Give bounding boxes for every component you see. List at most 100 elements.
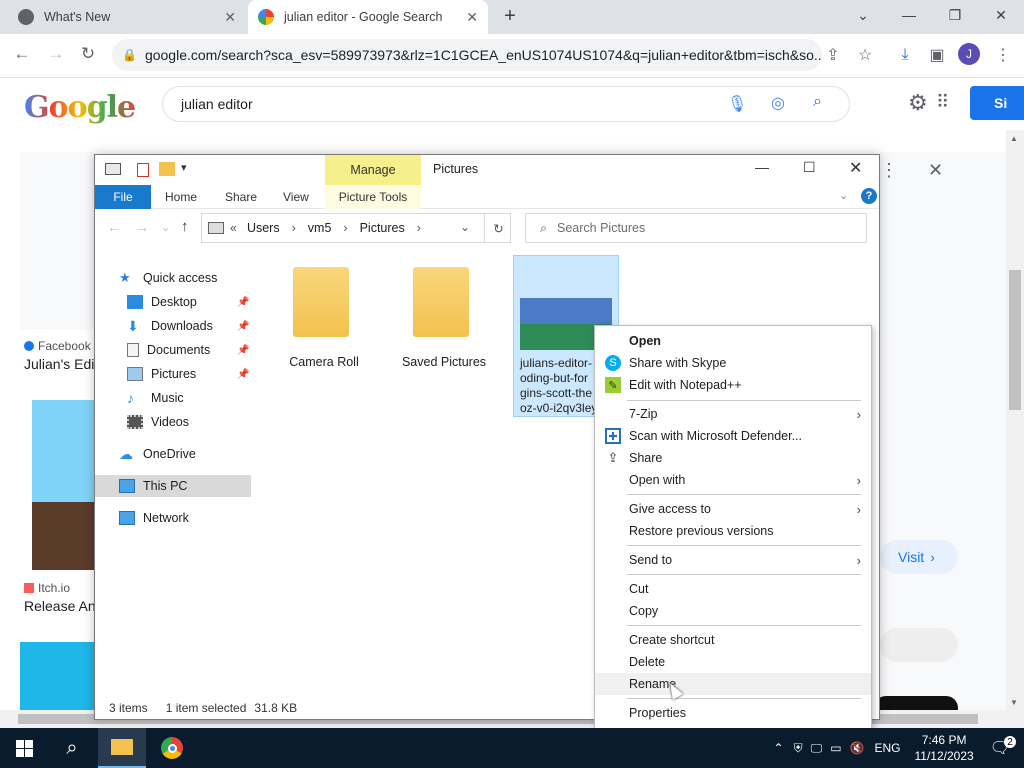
nav-videos[interactable]: Videos [127,411,265,433]
refresh-icon[interactable]: ↻ [484,214,512,242]
result-title[interactable]: Julian's Edi [24,356,94,372]
breadcrumb-pictures[interactable]: Pictures [360,221,405,235]
context-menu[interactable]: Open S Share with Skype ✎ Edit with Note… [594,325,872,729]
nav-quick-access[interactable]: ★ Quick access [119,267,257,289]
forward-button[interactable]: → [42,40,70,68]
minimize-button[interactable]: — [886,0,932,30]
menu-open[interactable]: Open [595,330,871,352]
security-alert-icon[interactable]: ⛨ [794,741,803,756]
clock[interactable]: 7:46 PM 11/12/2023 [915,732,974,764]
close-tab-icon[interactable]: ✕ [466,9,478,26]
nav-onedrive[interactable]: ☁ OneDrive [119,443,257,465]
expand-ribbon-icon[interactable]: ⌄ [839,189,848,202]
close-window-button[interactable]: ✕ [978,0,1024,30]
breadcrumb-users[interactable]: Users [247,221,280,235]
menu-scan-defender[interactable]: ✚ Scan with Microsoft Defender... [595,425,871,447]
microphone-icon[interactable]: 🎙 [727,94,747,114]
taskbar-chrome[interactable] [148,728,196,768]
new-folder-qat-icon[interactable] [159,162,175,176]
bookmark-star-icon[interactable]: ☆ [852,42,878,68]
nav-documents[interactable]: Documents 📌 [127,339,265,361]
scroll-down-icon[interactable]: ▼ [1010,698,1018,707]
start-button[interactable] [0,728,48,768]
back-arrow-icon[interactable]: ← [107,219,121,235]
search-pictures-box[interactable]: ⌕ Search Pictures [525,213,867,243]
qat-dropdown-icon[interactable]: ▾ [181,161,187,174]
address-bar[interactable]: 🔒 google.com/search?sca_esv=589973973&rl… [112,39,822,71]
menu-7zip[interactable]: 7-Zip › [595,403,871,425]
connect-icon[interactable]: ▭ [830,741,841,755]
menu-properties[interactable]: Properties [595,702,871,724]
menu-restore-previous[interactable]: Restore previous versions [595,520,871,542]
menu-rename[interactable]: Rename [595,673,871,695]
chevron-right-icon[interactable]: › [417,221,421,235]
tab-share[interactable]: Share [213,185,269,209]
notifications-icon[interactable]: 🗨 2 [990,736,1016,758]
taskbar-file-explorer[interactable] [98,728,146,768]
search-icon[interactable]: ⌕ [813,93,822,111]
pin-icon[interactable]: 📌 [237,321,249,332]
close-button[interactable]: ✕ [849,158,862,178]
result-image[interactable] [20,152,94,330]
more-options-icon[interactable]: ⋮ [880,160,898,181]
result-image[interactable] [20,642,94,720]
tab-home[interactable]: Home [153,185,209,209]
forward-arrow-icon[interactable]: → [135,219,149,235]
address-dropdown-icon[interactable]: ⌄ [460,220,470,234]
help-icon[interactable]: ? [861,188,877,204]
lens-icon[interactable]: ◎ [771,93,785,113]
new-tab-button[interactable]: + [498,4,522,28]
result-image[interactable] [32,400,94,570]
chevron-right-icon[interactable]: › [343,221,347,235]
apps-grid-icon[interactable]: ⠿ [936,92,949,113]
menu-kebab-icon[interactable]: ⋮ [990,42,1016,68]
up-arrow-icon[interactable]: ↑ [181,218,189,235]
tab-search-icon[interactable]: ⌄ [840,0,886,30]
profile-avatar[interactable]: J [958,43,980,65]
maximize-button[interactable]: ☐ [803,159,816,176]
download-icon[interactable]: ⤓ [892,42,918,68]
tab-file[interactable]: File [95,185,151,209]
tab-view[interactable]: View [271,185,321,209]
network-monitor-icon[interactable]: 🖵 [811,741,823,756]
scroll-thumb[interactable] [1009,270,1021,410]
pin-icon[interactable]: 📌 [237,345,249,356]
menu-create-shortcut[interactable]: Create shortcut [595,629,871,651]
nav-this-pc[interactable]: This PC [95,475,251,497]
scroll-up-icon[interactable]: ▲ [1010,134,1018,143]
menu-share-with-skype[interactable]: S Share with Skype [595,352,871,374]
nav-desktop[interactable]: Desktop 📌 [127,291,265,313]
tab-whats-new[interactable]: What's New ✕ [8,0,246,34]
sign-in-button[interactable]: Si [970,86,1024,120]
nav-pictures[interactable]: Pictures 📌 [127,363,265,385]
menu-send-to[interactable]: Send to › [595,549,871,571]
pin-icon[interactable]: 📌 [237,297,249,308]
restore-button[interactable]: ❐ [932,0,978,30]
properties-qat-icon[interactable] [137,163,149,177]
menu-copy[interactable]: Copy [595,600,871,622]
input-language[interactable]: ENG [875,741,901,755]
overflow-chevrons-icon[interactable]: « [230,221,237,235]
chevron-right-icon[interactable]: › [292,221,296,235]
reload-button[interactable]: ↻ [74,40,102,68]
menu-delete[interactable]: Delete [595,651,871,673]
nav-music[interactable]: ♪ Music [127,387,265,409]
menu-share[interactable]: ⇪ Share [595,447,871,469]
google-search-box[interactable]: julian editor 🎙 ◎ ⌕ [162,86,850,122]
tab-google-search[interactable]: julian editor - Google Search ✕ [248,0,488,34]
folder-camera-roll[interactable]: Camera Roll [269,259,379,375]
visit-button[interactable]: Visit › [880,540,958,574]
side-panel-icon[interactable]: ▣ [924,42,950,68]
settings-gear-icon[interactable]: ⚙ [908,90,928,116]
tab-picture-tools[interactable]: Picture Tools [325,185,421,209]
menu-open-with[interactable]: Open with › [595,469,871,491]
close-preview-icon[interactable]: ✕ [928,160,943,181]
folder-saved-pictures[interactable]: Saved Pictures [389,259,499,375]
google-doodle-logo[interactable]: Google [24,90,136,125]
nav-network[interactable]: Network [119,507,257,529]
page-scrollbar[interactable]: ▲ ▼ [1006,130,1024,728]
breadcrumb-vm5[interactable]: vm5 [308,221,332,235]
menu-cut[interactable]: Cut [595,578,871,600]
pin-icon[interactable]: 📌 [237,369,249,380]
result-title[interactable]: Release An [24,598,94,614]
